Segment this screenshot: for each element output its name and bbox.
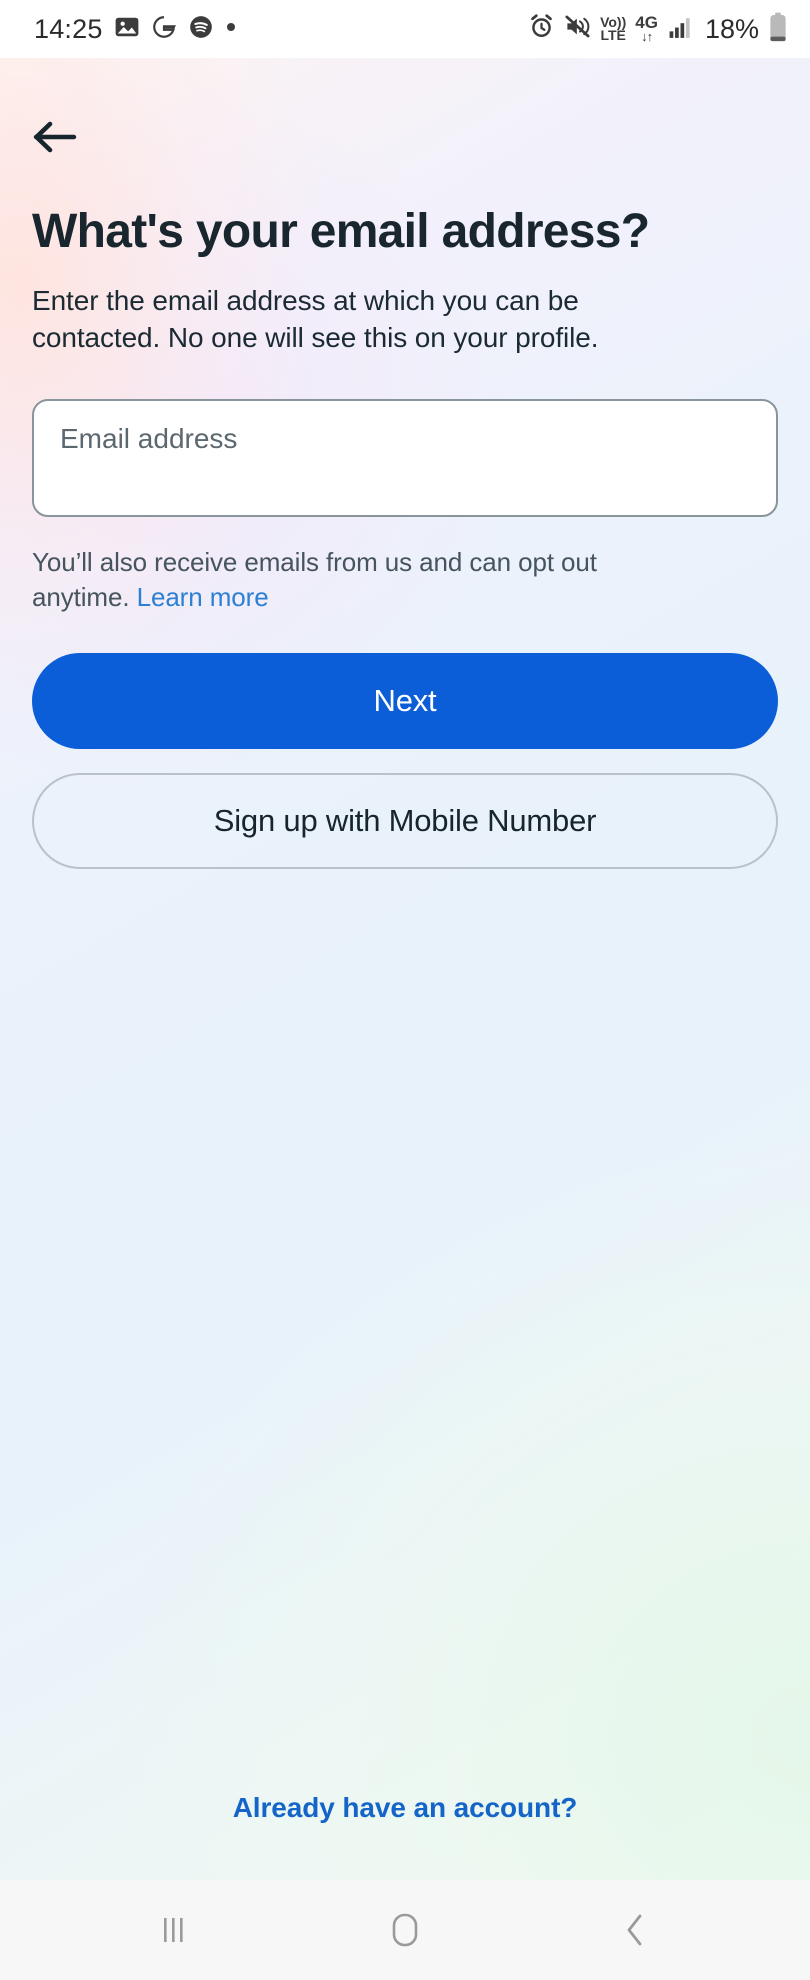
home-icon[interactable]: [350, 1880, 460, 1980]
page-title: What's your email address?: [32, 205, 650, 258]
network-generation-icon: 4G ↓↑: [635, 14, 658, 44]
status-bar-right: Vo)) LTE 4G ↓↑ 18%: [528, 12, 788, 47]
email-input-wrapper[interactable]: [32, 398, 778, 517]
battery-icon: [768, 12, 788, 47]
bottom-link-row: Already have an account?: [32, 1792, 778, 1880]
status-bar: 14:25 Vo)) LTE 4G ↓↑ 18%: [0, 0, 810, 58]
gallery-icon: [114, 14, 140, 45]
signup-email-screen: What's your email address? Enter the ema…: [0, 58, 810, 1880]
email-helper-text: You’ll also receive emails from us and c…: [32, 545, 622, 615]
back-arrow-icon[interactable]: [32, 110, 90, 164]
learn-more-link[interactable]: Learn more: [137, 582, 269, 612]
top-nav-row: [32, 58, 778, 172]
recents-icon[interactable]: [120, 1880, 230, 1980]
status-clock: 14:25: [34, 13, 103, 44]
battery-percent-label: 18%: [704, 13, 759, 44]
spotify-icon: [188, 14, 214, 45]
system-navigation-bar: [0, 1880, 810, 1980]
signal-icon: [667, 15, 694, 44]
next-button[interactable]: Next: [32, 652, 778, 749]
data-arrows-icon: ↓↑: [641, 28, 653, 44]
back-icon[interactable]: [580, 1880, 690, 1980]
google-icon: [151, 14, 177, 45]
alarm-icon: [528, 13, 555, 45]
helper-text-body: You’ll also receive emails from us and c…: [32, 546, 597, 612]
mute-icon: [564, 13, 591, 45]
phone-screen: 14:25 Vo)) LTE 4G ↓↑ 18% What's your ema…: [0, 0, 810, 1980]
volte-bottom-label: LTE: [600, 27, 626, 43]
dot-icon: [225, 20, 237, 38]
signup-mobile-number-button[interactable]: Sign up with Mobile Number: [32, 772, 778, 869]
page-description: Enter the email address at which you can…: [32, 284, 599, 354]
already-have-account-link[interactable]: Already have an account?: [233, 1792, 578, 1824]
volte-icon: Vo)) LTE: [600, 15, 626, 43]
email-input[interactable]: [60, 422, 750, 455]
status-bar-left: 14:25: [34, 14, 237, 45]
